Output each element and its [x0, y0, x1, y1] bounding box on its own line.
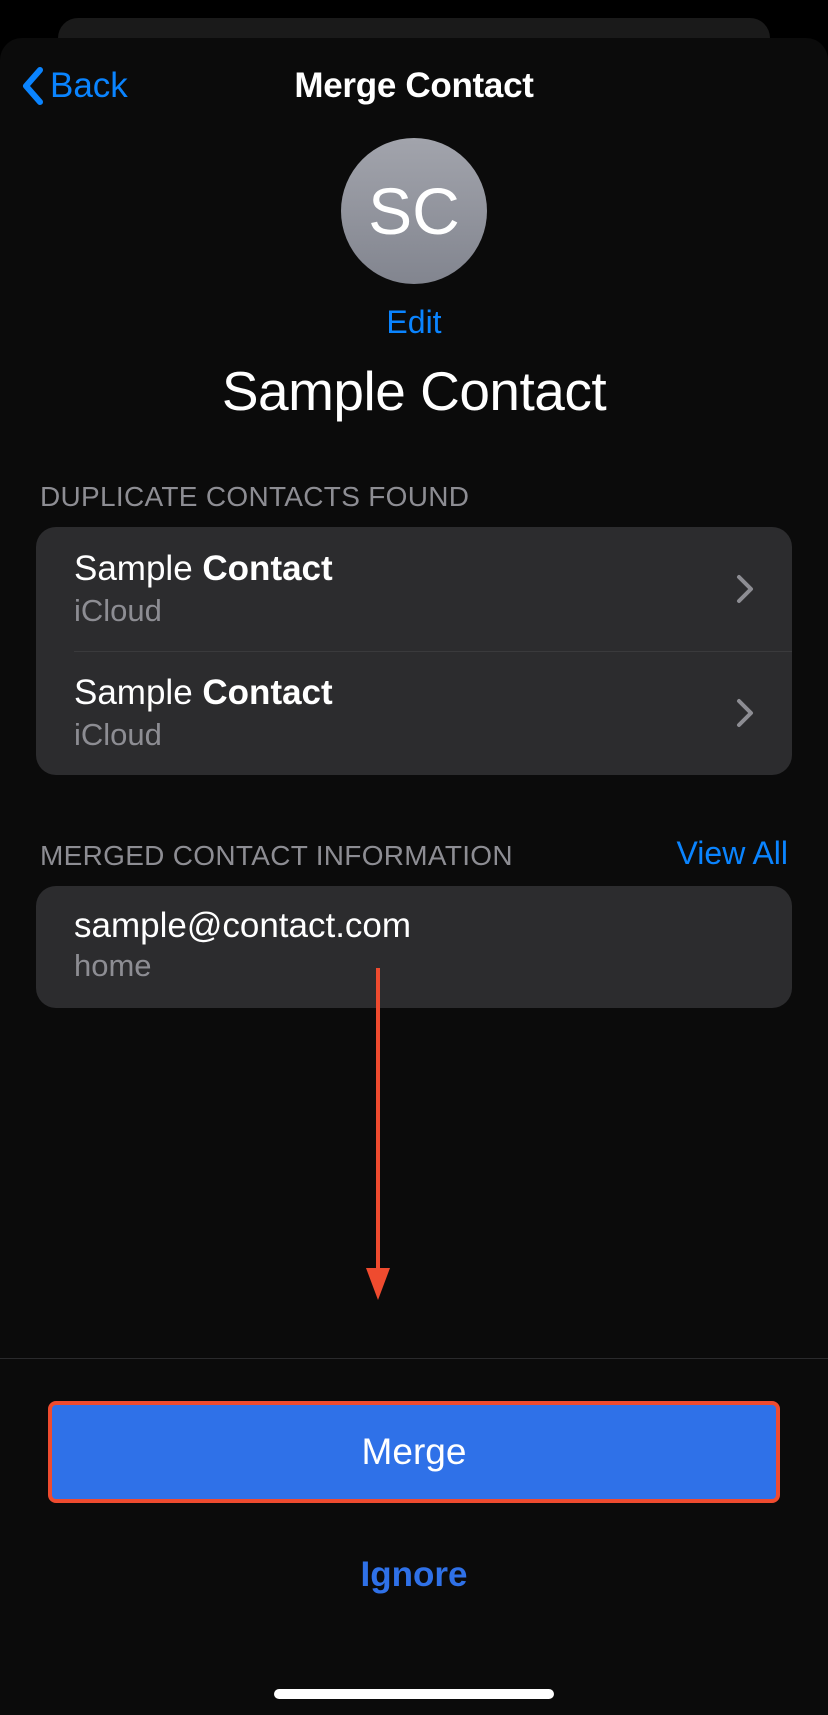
nav-bar: Back Merge Contact: [0, 38, 828, 134]
duplicates-list: Sample Contact iCloud Sample Contact iCl…: [36, 527, 792, 775]
duplicate-source: iCloud: [74, 717, 333, 753]
duplicate-name: Sample Contact: [74, 549, 333, 589]
contact-name: Sample Contact: [0, 359, 828, 423]
bottom-action-area: Merge Ignore: [0, 1358, 828, 1715]
duplicate-row-text: Sample Contact iCloud: [74, 673, 333, 753]
email-label: home: [74, 948, 754, 984]
duplicate-source: iCloud: [74, 593, 333, 629]
sheet-background-stack: [58, 18, 770, 38]
nav-title: Merge Contact: [294, 66, 533, 106]
duplicates-section-header: DUPLICATE CONTACTS FOUND: [0, 481, 828, 519]
modal-sheet: Back Merge Contact SC Edit Sample Contac…: [0, 38, 828, 1715]
contact-avatar: SC: [341, 138, 487, 284]
chevron-left-icon: [20, 66, 44, 106]
edit-button[interactable]: Edit: [0, 304, 828, 341]
duplicate-row[interactable]: Sample Contact iCloud: [36, 527, 792, 651]
merged-info-list: sample@contact.com home: [36, 886, 792, 1008]
merged-info-section-label: MERGED CONTACT INFORMATION: [40, 840, 513, 872]
email-value: sample@contact.com: [74, 906, 754, 946]
merged-info-section-header: MERGED CONTACT INFORMATION View All: [0, 835, 828, 878]
chevron-right-icon: [736, 574, 754, 604]
duplicate-row-text: Sample Contact iCloud: [74, 549, 333, 629]
email-row[interactable]: sample@contact.com home: [36, 886, 792, 1008]
duplicate-name: Sample Contact: [74, 673, 333, 713]
merge-button[interactable]: Merge: [48, 1401, 780, 1503]
avatar-initials: SC: [368, 173, 460, 249]
duplicates-section-label: DUPLICATE CONTACTS FOUND: [40, 481, 469, 513]
back-button[interactable]: Back: [20, 38, 128, 134]
chevron-right-icon: [736, 698, 754, 728]
view-all-button[interactable]: View All: [677, 835, 788, 872]
back-label: Back: [50, 66, 128, 106]
ignore-button[interactable]: Ignore: [48, 1555, 780, 1595]
home-indicator[interactable]: [274, 1689, 554, 1699]
duplicate-row[interactable]: Sample Contact iCloud: [36, 651, 792, 775]
